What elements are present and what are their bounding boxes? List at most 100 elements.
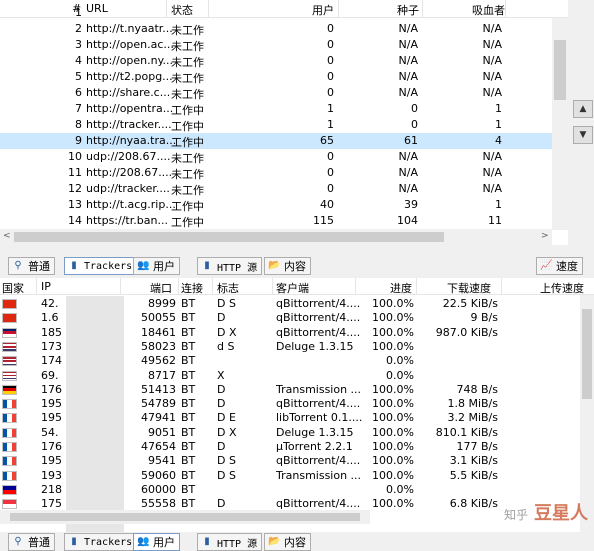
tab-speed[interactable]: 📈 速度 <box>536 257 583 275</box>
tracker-url: udp://208.67.... <box>86 150 171 163</box>
tracker-row[interactable]: 2 http://t.nyaatr... 未工作 0 N/A N/A <box>0 21 552 37</box>
tracker-leechers: N/A <box>482 166 502 179</box>
users-icon: 👥 <box>137 536 150 547</box>
flag-us-icon <box>2 356 17 367</box>
detail-tabbar: ⚲ 普通 ▮ Trackers 👥 用户 ▮ HTTP 源 📂 内容 📈 速度 <box>0 255 594 277</box>
peer-flags: D <box>217 311 226 325</box>
scroll-thumb[interactable] <box>554 40 566 100</box>
move-down-button[interactable]: ▼ <box>573 126 593 144</box>
col-upload-speed[interactable]: 上传速度 <box>540 280 584 296</box>
tracker-row[interactable]: 4 http://open.ny... 未工作 0 N/A N/A <box>0 53 552 69</box>
tracker-leechers: 11 <box>488 214 502 227</box>
tracker-seeds: 0 <box>411 102 418 115</box>
move-up-button[interactable]: ▲ <box>573 100 593 118</box>
tab-general[interactable]: ⚲ 普通 <box>8 257 55 275</box>
tracker-status: 未工作 <box>171 168 204 181</box>
peer-port: 50055 <box>141 311 176 325</box>
peer-ip: 173 <box>41 339 62 353</box>
tracker-url: http://opentra... <box>86 102 174 115</box>
tracker-row[interactable]: 9 http://nyaa.tra... 工作中 65 61 4 <box>0 133 552 149</box>
peer-ip: 218 <box>41 482 62 496</box>
peer-flags: d S <box>217 339 235 353</box>
peer-download-speed: 3.2 MiB/s <box>447 411 498 425</box>
peer-port: 18461 <box>141 325 176 339</box>
tab-general[interactable]: ⚲ 普通 <box>8 533 55 551</box>
peer-client: qBittorrent/4.... <box>276 397 361 411</box>
col-connection[interactable]: 连接 <box>181 280 203 296</box>
tab-content[interactable]: 📂 内容 <box>264 257 311 275</box>
peers-hscrollbar[interactable] <box>0 510 370 524</box>
tab-trackers[interactable]: ▮ Trackers <box>64 257 138 275</box>
tracker-row[interactable]: 11 http://208.67.... 未工作 0 N/A N/A <box>0 165 552 181</box>
watermark: 知乎 豆星人 <box>503 503 588 524</box>
tracker-row[interactable]: 1 <box>0 5 552 21</box>
col-port[interactable]: 端口 <box>150 280 172 296</box>
col-ip[interactable]: IP <box>41 280 51 293</box>
tracker-icon: ▮ <box>71 260 77 271</box>
tab-content[interactable]: 📂 内容 <box>264 533 311 551</box>
peer-connection: BT <box>181 482 196 496</box>
scroll-thumb[interactable] <box>14 232 444 242</box>
col-client[interactable]: 客户端 <box>276 280 309 296</box>
peer-client: Transmission ... <box>276 382 362 396</box>
peer-flags: D <box>217 382 226 396</box>
peer-connection: BT <box>181 454 196 468</box>
tab-peers[interactable]: 👥 用户 <box>133 533 180 551</box>
tracker-url: https://tr.ban... <box>86 214 168 227</box>
peer-download-speed: 22.5 KiB/s <box>442 297 498 310</box>
col-download-speed[interactable]: 下载速度 <box>447 280 491 296</box>
tab-http-sources[interactable]: ▮ HTTP 源 <box>197 533 263 551</box>
peer-port: 9051 <box>148 425 176 439</box>
col-progress[interactable]: 进度 <box>390 280 412 296</box>
tracker-row[interactable]: 8 http://tracker.... 工作中 1 0 1 <box>0 117 552 133</box>
tab-peers[interactable]: 👥 用户 <box>133 257 180 275</box>
tracker-status: 未工作 <box>171 56 204 69</box>
peer-connection: BT <box>181 411 196 425</box>
tracker-row[interactable]: 6 http://share.c... 未工作 0 N/A N/A <box>0 85 552 101</box>
tracker-row[interactable]: 14 https://tr.ban... 工作中 115 104 11 <box>0 213 552 229</box>
trackers-vscrollbar[interactable] <box>552 18 568 230</box>
tracker-users: 0 <box>327 54 334 67</box>
tracker-users: 0 <box>327 182 334 195</box>
scroll-left-icon[interactable]: < <box>3 231 11 241</box>
peer-flags: D <box>217 397 226 411</box>
peer-port: 8999 <box>148 297 176 310</box>
peer-connection: BT <box>181 368 196 382</box>
scroll-thumb[interactable] <box>10 513 360 521</box>
tab-trackers[interactable]: ▮ Trackers <box>64 533 138 551</box>
scroll-thumb[interactable] <box>582 309 592 399</box>
tracker-status: 工作中 <box>171 136 204 149</box>
peer-download-speed: 3.1 KiB/s <box>449 454 498 468</box>
peer-download-speed: 9 B/s <box>470 311 498 325</box>
tracker-row[interactable]: 5 http://t2.popg... 未工作 0 N/A N/A <box>0 69 552 85</box>
peer-flags: D <box>217 497 226 511</box>
peer-progress: 0.0% <box>386 482 414 496</box>
tracker-url: http://open.ny... <box>86 54 174 67</box>
tracker-row[interactable]: 3 http://open.ac... 未工作 0 N/A N/A <box>0 37 552 53</box>
peer-port: 60000 <box>141 482 176 496</box>
tab-http-sources[interactable]: ▮ HTTP 源 <box>197 257 263 275</box>
peer-port: 51413 <box>141 382 176 396</box>
col-flags[interactable]: 标志 <box>217 280 239 296</box>
trackers-hscrollbar[interactable]: < > <box>0 229 552 245</box>
tracker-num: 10 <box>68 150 82 163</box>
peer-port: 59060 <box>141 468 176 482</box>
peer-progress: 100.0% <box>372 425 414 439</box>
scroll-right-icon[interactable]: > <box>541 231 549 241</box>
peer-ip: 195 <box>41 397 62 411</box>
col-country[interactable]: 国家 <box>2 280 24 296</box>
tracker-leechers: 1 <box>495 102 502 115</box>
peer-download-speed: 748 B/s <box>456 382 498 396</box>
peer-progress: 100.0% <box>372 497 414 511</box>
peer-port: 8717 <box>148 368 176 382</box>
tracker-row[interactable]: 13 http://t.acg.rip... 工作中 40 39 1 <box>0 197 552 213</box>
tracker-row[interactable]: 7 http://opentra... 工作中 1 0 1 <box>0 101 552 117</box>
tracker-seeds: N/A <box>398 22 418 35</box>
peer-connection: BT <box>181 425 196 439</box>
tracker-status: 未工作 <box>171 40 204 53</box>
tracker-status: 未工作 <box>171 152 204 165</box>
tracker-seeds: N/A <box>398 54 418 67</box>
peers-vscrollbar[interactable] <box>580 295 594 532</box>
tracker-row[interactable]: 10 udp://208.67.... 未工作 0 N/A N/A <box>0 149 552 165</box>
tracker-row[interactable]: 12 udp://tracker.... 未工作 0 N/A N/A <box>0 181 552 197</box>
